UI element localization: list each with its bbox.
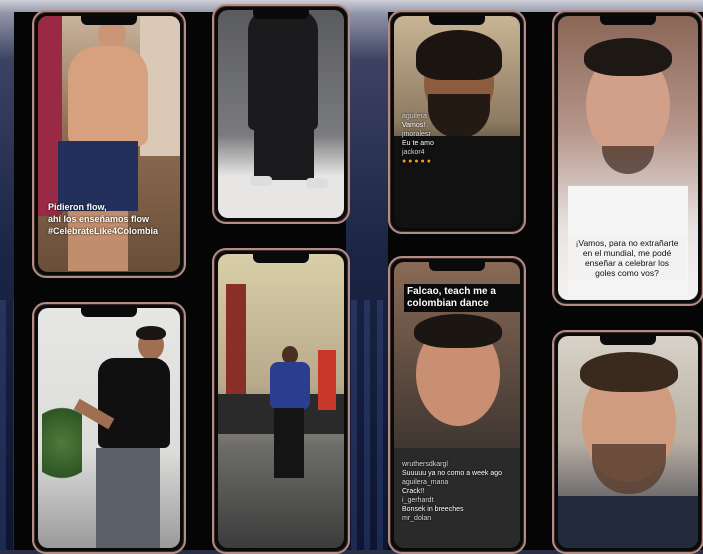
player-legs [254,120,314,180]
phone-notch [600,16,656,25]
player-hair [584,38,672,76]
red-door [226,284,246,394]
phone-notch [81,308,137,317]
live-chat: wruthersdkargl Suuuuu ya no como a week a… [402,461,503,522]
video-screen [218,254,344,548]
phone-video-4[interactable] [212,248,350,554]
player-jeans [96,448,160,548]
video-caption: Pidieron flow, ahí los enseñamos flow #C… [48,202,159,236]
video-screen: aguilera Vamos! jmoralesr Eu te amo jackor… [394,16,520,228]
video-screen: Falcao, teach me a colombian dance wruth… [394,262,520,548]
player-jacket [558,496,698,548]
phone-notch [81,16,137,25]
shoe-left [250,176,272,186]
video-screen [38,308,180,548]
player-pants [274,408,304,478]
bg-person [318,350,336,410]
player-torso [68,46,148,146]
video-screen: ¡Vamos, para no extrañarte en el mundial… [558,16,698,300]
player-hair [580,352,678,392]
phone-notch [600,336,656,345]
phone-video-1[interactable]: Pidieron flow, ahí los enseñamos flow #C… [32,10,186,278]
video-caption: Falcao, teach me a colombian dance [404,284,520,312]
phone-video-6[interactable]: Falcao, teach me a colombian dance wruth… [388,256,526,554]
player-hair [416,30,502,80]
player-hair [414,314,502,348]
player-hair [136,326,166,340]
video-caption: ¡Vamos, para no extrañarte en el mundial… [568,236,686,280]
phone-video-8[interactable] [552,330,703,554]
video-screen: Pidieron flow, ahí los enseñamos flow #C… [38,16,180,272]
phone-video-2[interactable] [212,4,350,224]
player-shirt [98,358,170,448]
player-body [248,10,318,130]
player-beard [592,444,666,494]
phone-notch [429,262,485,271]
video-screen [558,336,698,548]
phone-notch [253,10,309,19]
plant [42,398,82,488]
live-chat: aguilera Vamos! jmoralesr Eu te amo jackor… [402,113,434,165]
phone-video-5[interactable]: aguilera Vamos! jmoralesr Eu te amo jackor… [388,10,526,234]
player-jacket [270,362,310,410]
player-beard [428,94,490,138]
shoe-right [306,178,328,188]
phone-notch [429,16,485,25]
video-screen [218,10,344,218]
player-beard [602,146,654,174]
phone-video-7[interactable]: ¡Vamos, para no extrañarte en el mundial… [552,10,703,306]
phone-video-3[interactable] [32,302,186,554]
phone-notch [253,254,309,263]
